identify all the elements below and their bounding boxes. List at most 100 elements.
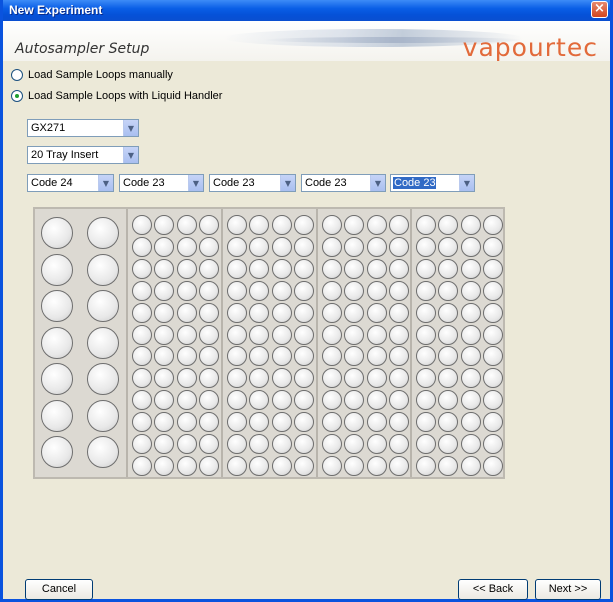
vial-position[interactable] <box>198 368 219 389</box>
vial-position[interactable] <box>227 215 247 235</box>
vial-position[interactable] <box>416 324 436 345</box>
vial-position[interactable] <box>271 324 292 345</box>
vial-position[interactable] <box>227 302 247 323</box>
vial-position[interactable] <box>271 236 292 257</box>
vial-position[interactable] <box>366 390 387 411</box>
vial-position[interactable] <box>176 434 197 454</box>
vial-position[interactable] <box>271 258 292 279</box>
vial-position[interactable] <box>460 236 481 257</box>
vial-position[interactable] <box>366 368 387 389</box>
chevron-down-icon[interactable]: ▼ <box>123 120 138 136</box>
vial-position[interactable] <box>438 346 459 367</box>
vial-position[interactable] <box>271 412 292 433</box>
option-load-liquid-handler[interactable]: Load Sample Loops with Liquid Handler <box>11 89 222 103</box>
vial-position[interactable] <box>438 434 459 454</box>
vial-position[interactable] <box>482 434 503 454</box>
vial-position[interactable] <box>438 302 459 323</box>
vial-position[interactable] <box>176 215 197 235</box>
vial-position[interactable] <box>154 368 175 389</box>
vial-position[interactable] <box>154 215 175 235</box>
vial-position[interactable] <box>249 324 270 345</box>
vial-position[interactable] <box>293 258 314 279</box>
vial-position[interactable] <box>416 280 436 301</box>
vial-position[interactable] <box>482 236 503 257</box>
vial-position[interactable] <box>132 302 152 323</box>
vial-position[interactable] <box>388 302 409 323</box>
vial-position[interactable] <box>41 253 73 286</box>
chevron-down-icon[interactable]: ▼ <box>280 175 295 191</box>
option-load-manually[interactable]: Load Sample Loops manually <box>11 68 173 82</box>
vial-position[interactable] <box>388 346 409 367</box>
vial-position[interactable] <box>198 412 219 433</box>
vial-position[interactable] <box>322 346 342 367</box>
vial-position[interactable] <box>176 455 197 476</box>
vial-position[interactable] <box>460 455 481 476</box>
vial-position[interactable] <box>366 346 387 367</box>
vial-position[interactable] <box>460 390 481 411</box>
vial-position[interactable] <box>249 302 270 323</box>
vial-position[interactable] <box>271 455 292 476</box>
vial-position[interactable] <box>176 412 197 433</box>
vial-position[interactable] <box>249 455 270 476</box>
vial-position[interactable] <box>154 324 175 345</box>
vial-position[interactable] <box>322 390 342 411</box>
vial-position[interactable] <box>227 324 247 345</box>
vial-position[interactable] <box>322 236 342 257</box>
vial-position[interactable] <box>482 258 503 279</box>
vial-position[interactable] <box>87 399 119 432</box>
vial-position[interactable] <box>344 302 365 323</box>
vial-position[interactable] <box>366 412 387 433</box>
vial-position[interactable] <box>388 215 409 235</box>
vial-position[interactable] <box>176 368 197 389</box>
vial-position[interactable] <box>198 258 219 279</box>
vial-position[interactable] <box>271 368 292 389</box>
vial-position[interactable] <box>344 258 365 279</box>
vial-position[interactable] <box>41 399 73 432</box>
vial-position[interactable] <box>438 258 459 279</box>
vial-position[interactable] <box>132 324 152 345</box>
vial-position[interactable] <box>41 290 73 322</box>
vial-position[interactable] <box>227 390 247 411</box>
vial-position[interactable] <box>249 215 270 235</box>
vial-position[interactable] <box>293 280 314 301</box>
vial-position[interactable] <box>249 280 270 301</box>
vial-position[interactable] <box>322 324 342 345</box>
vial-position[interactable] <box>176 302 197 323</box>
vial-position[interactable] <box>366 455 387 476</box>
vial-position[interactable] <box>293 412 314 433</box>
vial-position[interactable] <box>227 434 247 454</box>
vial-position[interactable] <box>344 455 365 476</box>
vial-position[interactable] <box>198 236 219 257</box>
vial-position[interactable] <box>322 280 342 301</box>
vial-position[interactable] <box>176 324 197 345</box>
vial-position[interactable] <box>460 434 481 454</box>
vial-position[interactable] <box>388 368 409 389</box>
tray-insert-select[interactable]: 20 Tray Insert ▼ <box>27 146 139 164</box>
vial-position[interactable] <box>416 258 436 279</box>
radio-liquid-handler[interactable] <box>11 90 23 102</box>
vial-position[interactable] <box>438 368 459 389</box>
chevron-down-icon[interactable]: ▼ <box>98 175 113 191</box>
vial-position[interactable] <box>416 390 436 411</box>
next-button[interactable]: Next >> <box>535 579 601 600</box>
vial-position[interactable] <box>41 363 73 395</box>
vial-position[interactable] <box>344 346 365 367</box>
rack-4-select[interactable]: Code 23 ▼ <box>301 174 386 192</box>
vial-position[interactable] <box>322 434 342 454</box>
vial-position[interactable] <box>154 434 175 454</box>
vial-position[interactable] <box>132 368 152 389</box>
vial-position[interactable] <box>293 302 314 323</box>
vial-position[interactable] <box>87 363 119 395</box>
vial-position[interactable] <box>416 434 436 454</box>
vial-position[interactable] <box>271 434 292 454</box>
vial-position[interactable] <box>198 324 219 345</box>
vial-position[interactable] <box>344 324 365 345</box>
rack-5-select[interactable]: Code 23 ▼ <box>390 174 475 192</box>
vial-position[interactable] <box>87 217 119 249</box>
vial-position[interactable] <box>482 302 503 323</box>
rack-1-select[interactable]: Code 24 ▼ <box>27 174 114 192</box>
vial-position[interactable] <box>227 412 247 433</box>
vial-position[interactable] <box>227 368 247 389</box>
vial-position[interactable] <box>344 215 365 235</box>
vial-position[interactable] <box>344 280 365 301</box>
